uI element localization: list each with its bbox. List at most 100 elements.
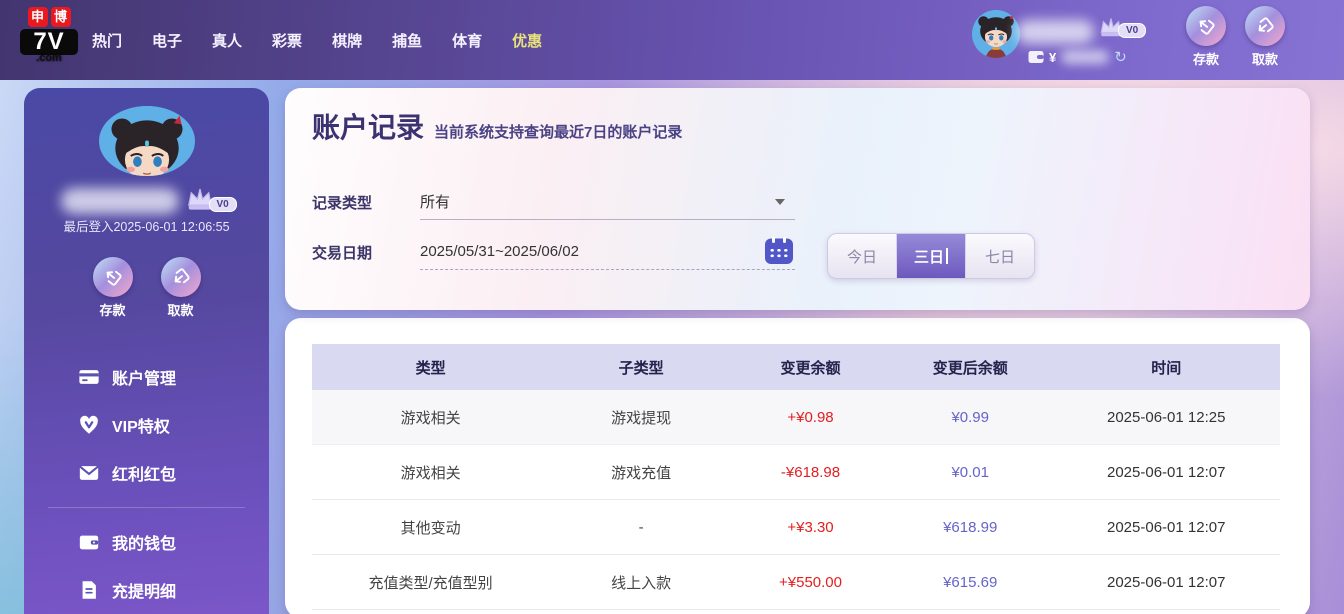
sidebar-divider — [48, 507, 245, 508]
cell-time: 2025-06-01 12:07 — [1107, 573, 1226, 591]
table-row[interactable]: 游戏相关 游戏提现 +¥0.98 ¥0.99 2025-06-01 12:25 — [312, 390, 1280, 445]
cell-balance-after: ¥618.99 — [943, 518, 998, 536]
deposit-label: 存款 — [99, 303, 126, 318]
cell-type: 游戏相关 — [400, 409, 461, 427]
date-range-label: 交易日期 — [312, 244, 373, 262]
cell-change-amount: +¥3.30 — [787, 518, 834, 536]
nav-item-hot[interactable]: 热门 — [92, 30, 122, 51]
record-type-select[interactable]: 所有 — [420, 184, 795, 220]
withdraw-label: 取款 — [167, 303, 194, 318]
top-nav: 申 博 7V .com 热门 电子 真人 彩票 棋牌 捕鱼 体育 优惠 V0 ¥… — [0, 0, 1344, 80]
nav-item-lottery[interactable]: 彩票 — [272, 30, 302, 51]
cell-balance-after: ¥615.69 — [943, 573, 998, 591]
sidebar-item-label: 充提明细 — [112, 584, 177, 601]
cell-time: 2025-06-01 12:07 — [1107, 463, 1226, 481]
cell-subtype: - — [638, 518, 644, 536]
nav-item-live[interactable]: 真人 — [212, 30, 242, 51]
vip-level[interactable]: V0 — [1098, 16, 1147, 38]
record-type-label: 记录类型 — [312, 194, 373, 212]
withdraw-icon — [160, 257, 201, 297]
calendar-icon[interactable] — [765, 237, 793, 264]
nav-item-fishing[interactable]: 捕鱼 — [392, 30, 422, 51]
nav-quick-actions: 存款 取款 — [1183, 6, 1288, 68]
column-header-subtype: 子类型 — [618, 359, 664, 377]
sidebar-item-deposit-withdraw-details[interactable]: 充提明细 — [24, 566, 269, 614]
cell-change-amount: +¥0.98 — [787, 408, 834, 426]
range-button-three-days[interactable]: 三日 — [897, 234, 965, 278]
range-button-seven-days[interactable]: 七日 — [966, 234, 1034, 278]
vip-badge: V0 — [1118, 23, 1147, 38]
date-range-input[interactable]: 2025/05/31~2025/06/02 — [420, 234, 795, 270]
quick-range-group: 今日 三日 七日 — [827, 233, 1035, 279]
account-records-filter-card: 账户记录 当前系统支持查询最近7日的账户记录 记录类型 所有 交易日期 2025… — [285, 88, 1310, 310]
vip-badge: V0 — [208, 197, 237, 213]
sidebar-item-label: 账户管理 — [112, 371, 177, 388]
sidebar-item-bonus-red-packet[interactable]: 红利红包 — [24, 449, 269, 497]
page: 申 博 7V .com 热门 电子 真人 彩票 棋牌 捕鱼 体育 优惠 V0 ¥… — [0, 0, 1344, 614]
sidebar-item-vip-privileges[interactable]: VIP特权 — [24, 401, 269, 449]
balance-amount-blurred — [1061, 50, 1110, 64]
table-row[interactable]: 充值类型/充值型别 线上入款 +¥550.00 ¥615.69 2025-06-… — [312, 555, 1280, 610]
brand-badge-char: 申 — [27, 7, 48, 27]
date-range-value: 2025/05/31~2025/06/02 — [420, 243, 579, 260]
chevron-down-icon — [775, 199, 785, 205]
sidebar-menu: 账户管理 VIP特权 红利红包 我的钱包 充提明细 — [24, 353, 269, 614]
column-header-balance-after: 变更后余额 — [932, 359, 1008, 377]
sidebar: V0 最后登入2025-06-01 12:06:55 存款 取款 账户管理 VI… — [24, 88, 269, 614]
cell-balance-after: ¥0.01 — [951, 463, 989, 481]
text-caret — [946, 248, 948, 264]
page-title: 账户记录 — [312, 112, 425, 143]
cell-type: 其他变动 — [400, 519, 461, 537]
column-header-time: 时间 — [1151, 359, 1182, 377]
sidebar-avatar[interactable] — [98, 106, 195, 177]
cell-type: 游戏相关 — [400, 464, 461, 482]
cell-subtype: 线上入款 — [611, 574, 672, 592]
table-row[interactable]: 游戏相关 游戏充值 -¥618.98 ¥0.01 2025-06-01 12:0… — [312, 445, 1280, 500]
username-blurred — [1016, 20, 1094, 44]
records-table-card: 类型 子类型 变更余额 变更后余额 时间 游戏相关 游戏提现 +¥0.98 ¥0… — [285, 318, 1310, 614]
cell-time: 2025-06-01 12:25 — [1107, 408, 1226, 426]
last-login-text: 最后登入2025-06-01 12:06:55 — [63, 220, 230, 234]
nav-item-promo[interactable]: 优惠 — [512, 30, 542, 51]
column-header-change: 变更余额 — [780, 359, 841, 377]
brand-badges: 申 博 — [20, 7, 78, 27]
brand-logo[interactable]: 申 博 7V .com — [20, 7, 78, 64]
vip-badge-icon — [80, 415, 98, 434]
page-head: 账户记录 当前系统支持查询最近7日的账户记录 — [312, 106, 682, 146]
sidebar-withdraw-button[interactable]: 取款 — [158, 257, 204, 319]
sidebar-deposit-button[interactable]: 存款 — [90, 257, 136, 319]
withdraw-button[interactable]: 取款 — [1242, 6, 1288, 68]
cell-subtype: 游戏提现 — [611, 409, 672, 427]
withdraw-icon — [1245, 6, 1285, 46]
page-subtitle: 当前系统支持查询最近7日的账户记录 — [434, 124, 683, 141]
main-content: 账户记录 当前系统支持查询最近7日的账户记录 记录类型 所有 交易日期 2025… — [285, 88, 1310, 614]
deposit-icon — [1186, 6, 1226, 46]
sidebar-user-line: V0 — [47, 186, 247, 215]
user-avatar[interactable] — [972, 10, 1020, 58]
table-row[interactable]: 其他变动 - +¥3.30 ¥618.99 2025-06-01 12:07 — [312, 500, 1280, 555]
deposit-button[interactable]: 存款 — [1183, 6, 1229, 68]
sidebar-vip-level[interactable]: V0 — [185, 186, 237, 213]
sidebar-item-label: VIP特权 — [112, 419, 170, 436]
nav-item-sports[interactable]: 体育 — [452, 30, 482, 51]
date-range-filter-row: 交易日期 2025/05/31~2025/06/02 — [312, 234, 795, 270]
sidebar-item-account-management[interactable]: 账户管理 — [24, 353, 269, 401]
wallet-icon — [1028, 51, 1044, 63]
sidebar-item-label: 我的钱包 — [112, 536, 177, 553]
brand-badge-char: 博 — [50, 7, 71, 27]
nav-item-cards[interactable]: 棋牌 — [332, 30, 362, 51]
record-type-filter-row: 记录类型 所有 — [312, 184, 795, 220]
range-button-today[interactable]: 今日 — [828, 234, 896, 278]
column-header-type: 类型 — [415, 359, 446, 377]
cell-subtype: 游戏充值 — [611, 464, 672, 482]
sidebar-item-my-wallet[interactable]: 我的钱包 — [24, 518, 269, 566]
withdraw-label: 取款 — [1251, 52, 1278, 67]
wallet-balance-row: ¥ ↻ — [1028, 48, 1127, 66]
refresh-balance-icon[interactable]: ↻ — [1114, 50, 1127, 65]
nav-item-slots[interactable]: 电子 — [152, 30, 182, 51]
currency-symbol: ¥ — [1049, 49, 1057, 65]
bank-card-icon — [79, 370, 99, 384]
range-button-label: 三日 — [913, 248, 944, 266]
record-type-value: 所有 — [420, 194, 451, 211]
sidebar-quick-actions: 存款 取款 — [90, 257, 204, 319]
